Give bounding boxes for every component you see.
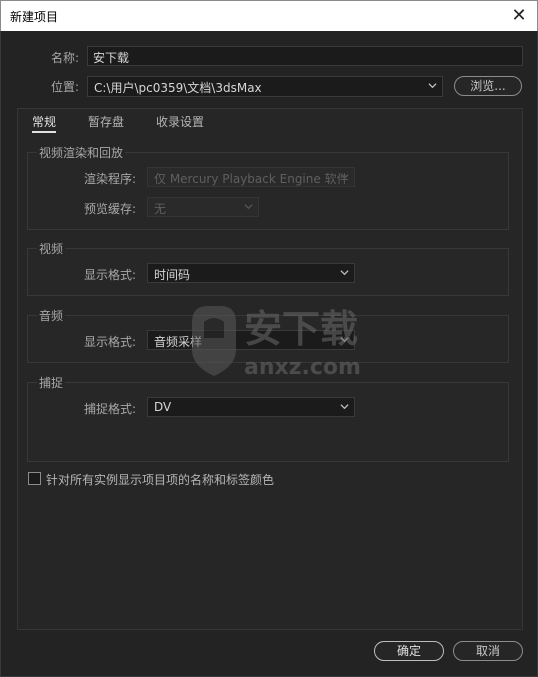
video-display-format-select[interactable]: 时间码: [147, 263, 355, 283]
preview-cache-value: 无: [154, 202, 167, 216]
dialog-title: 新建项目: [10, 10, 59, 24]
name-field[interactable]: 安下载: [87, 46, 523, 66]
location-select[interactable]: C:\用户\pc0359\文档\3dsMax: [87, 76, 443, 97]
watermark-en-text: anxz.com: [244, 355, 361, 380]
video-display-format-label: 显示格式:: [84, 268, 137, 282]
capture-title: 捕捉: [37, 374, 66, 391]
video-rendering-title: 视频渲染和回放: [37, 144, 126, 161]
name-label: 名称:: [51, 51, 80, 65]
video-group: 视频 显示格式: 时间码: [27, 240, 509, 296]
chevron-down-icon: [428, 83, 437, 89]
chevron-down-icon: [340, 404, 349, 410]
capture-group: 捕捉 捕捉格式: DV: [27, 374, 509, 462]
close-icon[interactable]: ✕: [507, 4, 531, 28]
location-value: C:\用户\pc0359\文档\3dsMax: [94, 81, 262, 95]
chevron-down-icon: [244, 204, 253, 210]
ok-button[interactable]: 确定: [374, 641, 444, 661]
browse-button[interactable]: 浏览...: [454, 76, 522, 96]
tab-scratch-disks[interactable]: 暂存盘: [88, 113, 124, 130]
audio-display-format-label: 显示格式:: [84, 335, 137, 349]
renderer-select: 仅 Mercury Playback Engine 软件: [147, 167, 355, 187]
capture-format-label: 捕捉格式:: [84, 402, 137, 416]
watermark: 安下载 anxz.com: [186, 292, 396, 382]
show-label-colors-checkbox[interactable]: [28, 472, 41, 485]
video-rendering-group: 视频渲染和回放 渲染程序: 仅 Mercury Playback Engine …: [27, 144, 509, 230]
tab-general[interactable]: 常规: [32, 113, 57, 133]
watermark-logo: 安下载 anxz.com: [192, 306, 361, 380]
audio-title: 音频: [37, 307, 66, 324]
chevron-down-icon: [340, 174, 349, 180]
show-label-colors-label: 针对所有实例显示项目项的名称和标签颜色: [46, 473, 275, 487]
capture-format-value: DV: [154, 400, 172, 414]
renderer-value: 仅 Mercury Playback Engine 软件: [154, 172, 349, 186]
chevron-down-icon: [340, 270, 349, 276]
location-label: 位置:: [51, 80, 80, 94]
capture-format-select[interactable]: DV: [147, 397, 355, 417]
video-title: 视频: [37, 240, 66, 257]
title-bar: 新建项目 ✕: [0, 0, 538, 31]
tab-ingest-settings[interactable]: 收录设置: [156, 113, 204, 130]
cancel-button[interactable]: 取消: [453, 641, 523, 661]
preview-cache-label: 预览缓存:: [84, 202, 137, 216]
watermark-cn-text: 安下载: [244, 307, 358, 351]
renderer-label: 渲染程序:: [84, 172, 137, 186]
preview-cache-select: 无: [147, 197, 259, 217]
video-display-format-value: 时间码: [154, 268, 191, 282]
